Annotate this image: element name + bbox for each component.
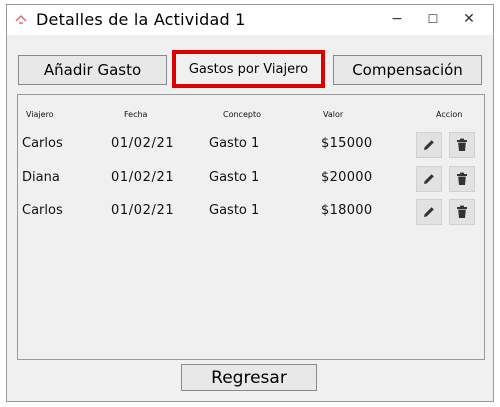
header-date: Fecha	[124, 110, 148, 119]
table-row: Carlos 01/02/21 Gasto 1 $18000	[18, 199, 484, 227]
header-action: Accion	[436, 110, 463, 119]
table-row: Carlos 01/02/21 Gasto 1 $15000	[18, 132, 484, 160]
pencil-icon	[424, 207, 434, 217]
window-title: Detalles de la Actividad 1	[36, 10, 246, 29]
back-button[interactable]: Regresar	[181, 364, 317, 391]
date-cell: 01/02/21	[111, 170, 175, 185]
delete-button[interactable]	[449, 166, 475, 192]
delete-button[interactable]	[449, 199, 475, 225]
expenses-by-traveler-button[interactable]: Gastos por Viajero	[172, 50, 325, 88]
compensation-button[interactable]: Compensación	[333, 55, 482, 85]
delete-button[interactable]	[449, 132, 475, 158]
concept-cell: Gasto 1	[209, 136, 260, 151]
close-button[interactable]: ✕	[451, 5, 487, 33]
edit-button[interactable]	[416, 166, 442, 192]
maximize-icon: ☐	[427, 12, 439, 26]
value-cell: $18000	[321, 203, 373, 218]
title-bar: Detalles de la Actividad 1 − ☐ ✕	[7, 5, 493, 35]
traveler-cell: Carlos	[22, 203, 63, 218]
pencil-icon	[424, 174, 434, 184]
traveler-cell: Diana	[22, 170, 60, 185]
activity-details-window: Detalles de la Actividad 1 − ☐ ✕ Añadir …	[6, 4, 494, 402]
app-icon	[15, 14, 27, 24]
add-expense-button[interactable]: Añadir Gasto	[18, 55, 167, 85]
traveler-cell: Carlos	[22, 136, 63, 151]
table-row: Diana 01/02/21 Gasto 1 $20000	[18, 166, 484, 194]
pencil-icon	[424, 140, 434, 150]
header-value: Valor	[323, 110, 344, 119]
trash-icon	[457, 205, 467, 218]
minimize-icon: −	[391, 11, 403, 27]
header-traveler: Viajero	[26, 110, 54, 119]
edit-button[interactable]	[416, 132, 442, 158]
minimize-button[interactable]: −	[379, 5, 415, 33]
value-cell: $15000	[321, 136, 373, 151]
date-cell: 01/02/21	[111, 203, 175, 218]
close-icon: ✕	[463, 11, 475, 27]
expenses-table: Viajero Fecha Concepto Valor Accion Carl…	[17, 94, 485, 360]
header-concept: Concepto	[223, 110, 261, 119]
concept-cell: Gasto 1	[209, 170, 260, 185]
maximize-button[interactable]: ☐	[415, 5, 451, 33]
date-cell: 01/02/21	[111, 136, 175, 151]
concept-cell: Gasto 1	[209, 203, 260, 218]
trash-icon	[457, 172, 467, 185]
value-cell: $20000	[321, 170, 373, 185]
edit-button[interactable]	[416, 199, 442, 225]
trash-icon	[457, 138, 467, 151]
